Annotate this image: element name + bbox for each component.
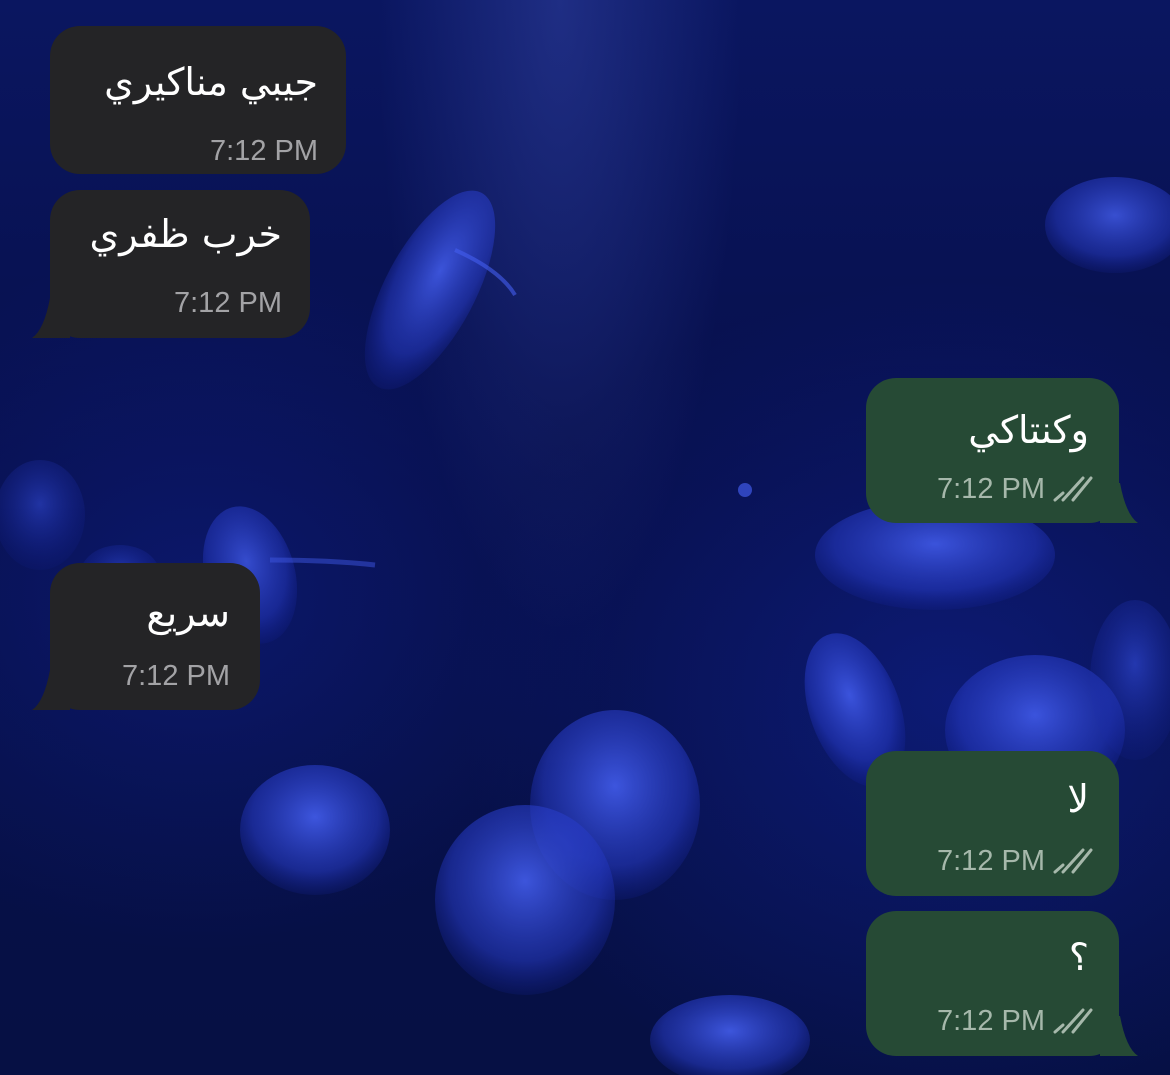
bubble-tail-icon xyxy=(32,298,70,338)
message-text: خرب ظفري xyxy=(89,212,283,256)
message-bubble-outgoing[interactable]: لا 7:12 PM xyxy=(866,751,1119,896)
jellyfish-icon xyxy=(364,190,517,390)
message-time: 7:12 PM xyxy=(937,473,1045,505)
message-bubble-incoming[interactable]: خرب ظفري 7:12 PM xyxy=(50,190,310,338)
message-text: لا xyxy=(1067,777,1089,821)
bubble-tail-icon xyxy=(32,670,70,710)
message-bubble-incoming[interactable]: سريع 7:12 PM xyxy=(50,563,260,710)
bubble-tail-icon xyxy=(1100,1016,1138,1056)
message-time: 7:12 PM xyxy=(210,135,318,167)
message-bubble-incoming[interactable]: جيبي مناكيري 7:12 PM xyxy=(50,26,346,174)
message-text: سريع xyxy=(146,591,230,635)
bubble-tail-icon xyxy=(1100,483,1138,523)
message-time: 7:12 PM xyxy=(937,1005,1045,1037)
message-time: 7:12 PM xyxy=(122,660,230,692)
double-check-icon xyxy=(1053,848,1093,874)
message-time: 7:12 PM xyxy=(937,845,1045,877)
message-time: 7:12 PM xyxy=(174,287,282,319)
message-text: وكنتاكي xyxy=(968,408,1089,452)
double-check-icon xyxy=(1053,476,1093,502)
double-check-icon xyxy=(1053,1008,1093,1034)
message-text: جيبي مناكيري xyxy=(104,60,318,104)
message-bubble-outgoing[interactable]: ؟ 7:12 PM xyxy=(866,911,1119,1056)
message-bubble-outgoing[interactable]: وكنتاكي 7:12 PM xyxy=(866,378,1119,523)
message-text: ؟ xyxy=(1068,935,1089,979)
